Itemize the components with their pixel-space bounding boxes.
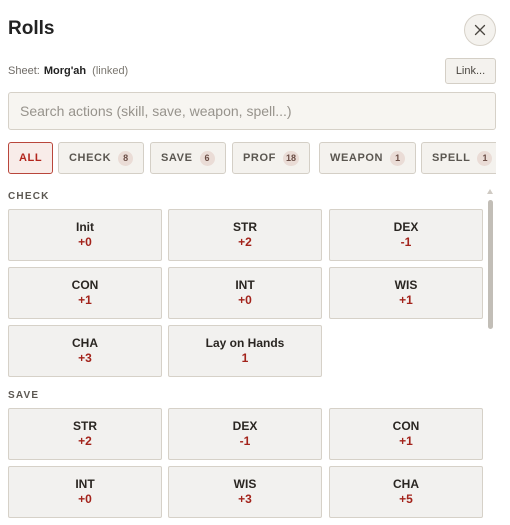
roll-modifier: +1 [399, 293, 413, 307]
roll-label: CON [392, 419, 420, 433]
filter-prof[interactable]: PROF 18 [232, 142, 310, 174]
roll-label: CHA [393, 477, 419, 491]
filter-save[interactable]: SAVE 6 [150, 142, 226, 174]
roll-label: WIS [394, 278, 418, 292]
roll-label: DEX [232, 419, 258, 433]
roll-label: Lay on Hands [205, 336, 285, 350]
roll-save-str[interactable]: STR +2 [8, 408, 162, 460]
filter-label: CHECK [69, 152, 112, 164]
roll-modifier: +3 [238, 492, 252, 506]
page-title: Rolls [8, 18, 55, 39]
filter-label: WEAPON [330, 152, 384, 164]
roll-check-wis[interactable]: WIS +1 [329, 267, 483, 319]
roll-check-init[interactable]: Init +0 [8, 209, 162, 261]
roll-save-con[interactable]: CON +1 [329, 408, 483, 460]
roll-label: INT [75, 477, 95, 491]
roll-modifier: 1 [241, 351, 249, 365]
close-button[interactable] [464, 14, 496, 46]
filter-count: 1 [390, 150, 406, 166]
roll-save-cha[interactable]: CHA +5 [329, 466, 483, 518]
roll-label: Init [76, 220, 94, 234]
filter-label: SAVE [161, 152, 193, 164]
roll-modifier: +0 [238, 293, 252, 307]
roll-modifier: +1 [399, 434, 413, 448]
roll-modifier: -1 [400, 235, 412, 249]
roll-label: CON [71, 278, 99, 292]
search-box [8, 92, 496, 130]
roll-label: DEX [393, 220, 419, 234]
filter-count: 6 [199, 150, 215, 166]
sheet-name: Morg'ah [43, 65, 87, 77]
sheet-info: Sheet: Morg'ah (linked) [8, 65, 128, 77]
roll-label: STR [73, 419, 97, 433]
roll-save-int[interactable]: INT +0 [8, 466, 162, 518]
filter-all[interactable]: ALL [8, 142, 54, 174]
roll-modifier: +3 [78, 351, 92, 365]
search-input[interactable] [20, 103, 484, 119]
roll-check-dex[interactable]: DEX -1 [329, 209, 483, 261]
roll-save-wis[interactable]: WIS +3 [168, 466, 322, 518]
filter-count: 1 [477, 150, 493, 166]
section-title-check: CHECK [8, 191, 50, 202]
roll-label: WIS [233, 477, 257, 491]
roll-check-lay-on-hands[interactable]: Lay on Hands 1 [168, 325, 322, 377]
roll-label: INT [235, 278, 255, 292]
filter-label: PROF [243, 152, 276, 164]
roll-modifier: +0 [78, 235, 92, 249]
roll-modifier: +2 [238, 235, 252, 249]
roll-label: CHA [72, 336, 98, 350]
roll-modifier: +0 [78, 492, 92, 506]
filter-check[interactable]: CHECK 8 [58, 142, 145, 174]
filter-bar: ALL CHECK 8 SAVE 6 PROF 18 WEAPON 1 SPEL… [8, 142, 496, 175]
link-button[interactable]: Link... [445, 58, 496, 84]
roll-check-int[interactable]: INT +0 [168, 267, 322, 319]
roll-label: STR [233, 220, 257, 234]
rolls-list[interactable]: CHECK Init +0 STR +2 DEX -1 CON +1 INT +… [8, 185, 488, 525]
roll-modifier: +5 [399, 492, 413, 506]
scroll-up-arrow-icon[interactable] [487, 189, 493, 194]
roll-check-str[interactable]: STR +2 [168, 209, 322, 261]
roll-check-con[interactable]: CON +1 [8, 267, 162, 319]
filter-label: ALL [19, 152, 43, 164]
roll-modifier: +2 [78, 434, 92, 448]
filter-count: 18 [282, 150, 299, 166]
section-title-save: SAVE [8, 390, 40, 401]
close-icon [474, 24, 486, 36]
roll-check-cha[interactable]: CHA +3 [8, 325, 162, 377]
sheet-label: Sheet: [8, 65, 40, 77]
filter-weapon[interactable]: WEAPON 1 [319, 142, 417, 174]
scrollbar-thumb[interactable] [488, 200, 493, 329]
roll-modifier: -1 [239, 434, 251, 448]
roll-save-dex[interactable]: DEX -1 [168, 408, 322, 460]
roll-modifier: +1 [78, 293, 92, 307]
filter-count: 8 [118, 150, 134, 166]
filter-spell[interactable]: SPELL 1 [421, 142, 496, 174]
filter-label: SPELL [432, 152, 471, 164]
sheet-link-status: (linked) [92, 65, 129, 77]
